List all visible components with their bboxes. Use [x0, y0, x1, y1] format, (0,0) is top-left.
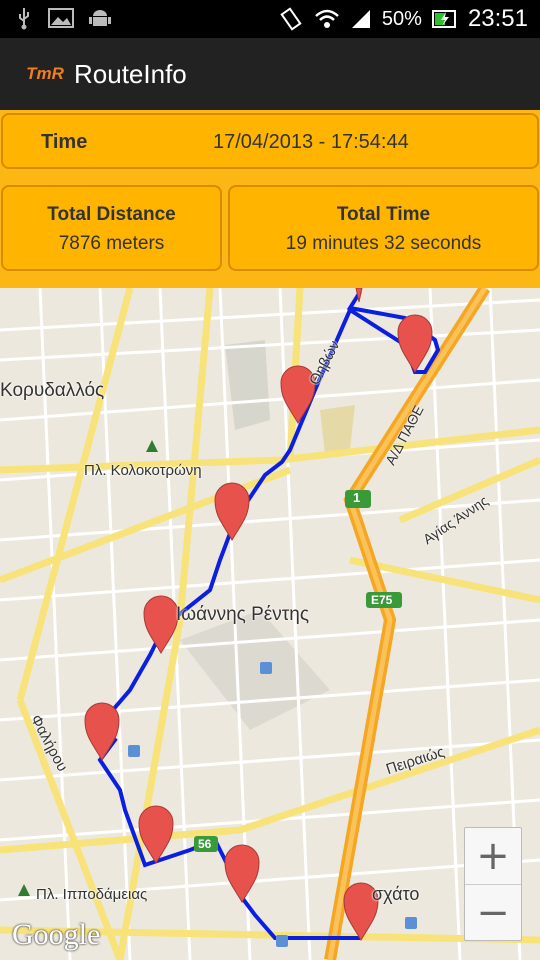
time-value: 17/04/2013 - 17:54:44 [213, 131, 409, 153]
system-icons: 50% 23:51 [278, 0, 528, 38]
action-bar: TmR RouteInfo [0, 38, 540, 110]
battery-percent: 50% [381, 7, 422, 30]
app-logo[interactable]: TmR [24, 64, 66, 84]
battery-charging-icon [431, 10, 456, 28]
map-label-eschato: σχάτο [372, 884, 420, 904]
total-time-label: Total Time [336, 204, 431, 225]
route-e75-label: E75 [371, 593, 393, 607]
total-distance-label: Total Distance [47, 204, 176, 225]
gallery-icon [48, 8, 74, 28]
total-time-card: Total Time 19 minutes 32 seconds [228, 185, 539, 271]
time-card: Time 17/04/2013 - 17:54:44 [1, 113, 539, 169]
time-label: Time [41, 131, 88, 153]
map-label-ippodameias: Πλ. Ιπποδάμειας [36, 886, 148, 903]
transit-icon [128, 745, 140, 757]
zoom-controls: + − [464, 827, 522, 941]
map-label-korydallos: Κορυδαλλός [0, 380, 105, 401]
status-bar: 50% 23:51 [0, 0, 540, 38]
zoom-out-button[interactable]: − [465, 885, 521, 941]
route-1-label: 1 [353, 490, 361, 505]
notification-icons [14, 6, 112, 30]
transit-icon [405, 917, 417, 929]
map-label-rentis: Ιωάννης Ρέντης [176, 604, 309, 625]
transit-icon [276, 935, 288, 947]
vibrate-icon [280, 7, 302, 31]
app-title: RouteInfo [74, 58, 187, 89]
park-area [320, 405, 355, 455]
transit-icon [260, 662, 272, 674]
route-map[interactable]: Κορυδαλλός Πλ. Κολοκοτρώνη Ιωάννης Ρέντη… [0, 288, 540, 960]
android-icon [89, 10, 111, 26]
total-distance-card: Total Distance 7876 meters [1, 185, 222, 271]
clock: 23:51 [467, 5, 528, 32]
total-distance-value: 7876 meters [58, 233, 165, 254]
route-info-panel: Time 17/04/2013 - 17:54:44 Total Distanc… [0, 110, 540, 288]
route-56-label: 56 [198, 837, 212, 851]
usb-icon [19, 8, 29, 30]
google-attribution: Google [12, 918, 101, 951]
wifi-icon [315, 9, 339, 28]
zoom-in-button[interactable]: + [465, 828, 521, 885]
total-time-value: 19 minutes 32 seconds [285, 233, 482, 254]
signal-icon [351, 10, 370, 28]
map-label-kolokotroni: Πλ. Κολοκοτρώνη [84, 462, 202, 479]
